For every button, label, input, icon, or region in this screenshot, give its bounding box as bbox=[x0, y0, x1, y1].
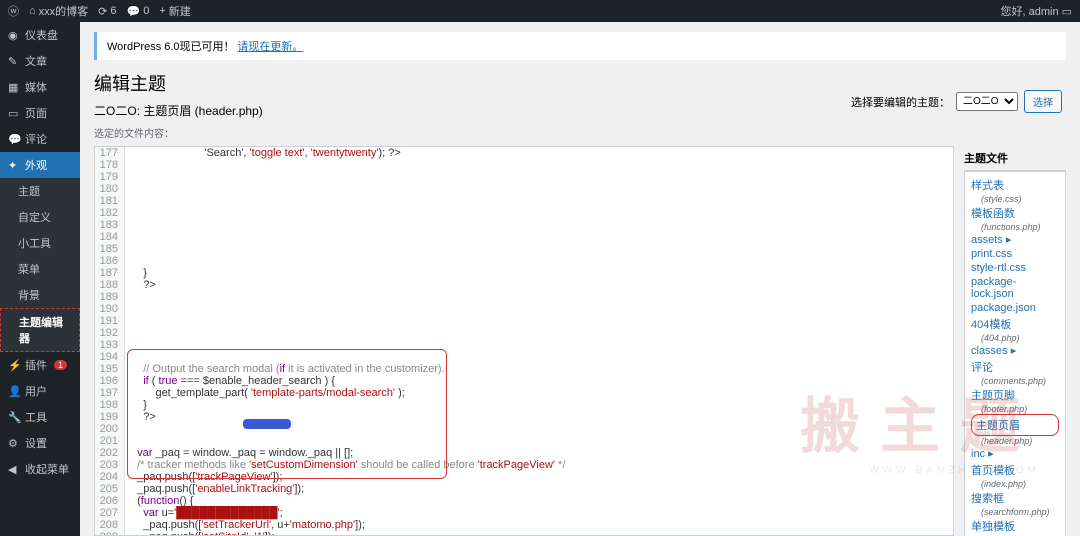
posts-icon: ✎ bbox=[8, 55, 20, 67]
sidebar-item-背景[interactable]: 背景 bbox=[0, 282, 80, 308]
tree-file: (header.php) bbox=[971, 436, 1059, 446]
media-icon: ▦ bbox=[8, 81, 20, 93]
tree-node[interactable]: assets ▸ bbox=[971, 232, 1059, 247]
sidebar-item-页面[interactable]: ▭页面 bbox=[0, 100, 80, 126]
tree-node[interactable]: 搜索框 bbox=[971, 489, 1059, 507]
sidebar-item-插件[interactable]: ⚡插件1 bbox=[0, 352, 80, 378]
theme-select-label: 选择要编辑的主题： bbox=[851, 94, 950, 110]
admin-sidebar: ◉仪表盘✎文章▦媒体▭页面💬评论✦外观主题自定义小工具菜单背景主题编辑器⚡插件1… bbox=[0, 22, 80, 536]
sidebar-item-菜单[interactable]: 菜单 bbox=[0, 256, 80, 282]
sidebar-item-小工具[interactable]: 小工具 bbox=[0, 230, 80, 256]
tree-node[interactable]: 主题页眉 bbox=[971, 414, 1059, 436]
settings-icon: ⚙ bbox=[8, 437, 20, 449]
theme-files-title: 主题文件 bbox=[964, 146, 1066, 171]
code-editor[interactable]: 177 'Search', 'toggle text', 'twentytwen… bbox=[94, 146, 954, 536]
update-notice: WordPress 6.0现已可用！ 请现在更新。 bbox=[94, 32, 1066, 60]
sidebar-item-设置[interactable]: ⚙设置 bbox=[0, 430, 80, 456]
pages-icon: ▭ bbox=[8, 107, 20, 119]
tree-node[interactable]: 首页模板 bbox=[971, 461, 1059, 479]
sidebar-item-外观[interactable]: ✦外观 bbox=[0, 152, 80, 178]
sidebar-item-主题[interactable]: 主题 bbox=[0, 178, 80, 204]
tree-node[interactable]: package.json bbox=[971, 301, 1059, 315]
tree-node[interactable]: 评论 bbox=[971, 358, 1059, 376]
tree-file: (index.php) bbox=[971, 479, 1059, 489]
tree-node[interactable]: 主题页脚 bbox=[971, 386, 1059, 404]
tree-node[interactable]: style-rtl.css bbox=[971, 261, 1059, 275]
tree-file: (comments.php) bbox=[971, 376, 1059, 386]
users-icon: 👤 bbox=[8, 385, 20, 397]
file-desc: 选定的文件内容： bbox=[94, 125, 1066, 140]
sidebar-item-用户[interactable]: 👤用户 bbox=[0, 378, 80, 404]
notice-text: WordPress 6.0现已可用！ bbox=[107, 41, 235, 53]
notice-update-link[interactable]: 请现在更新。 bbox=[237, 41, 303, 53]
sidebar-item-自定义[interactable]: 自定义 bbox=[0, 204, 80, 230]
tree-file: (searchform.php) bbox=[971, 507, 1059, 517]
sidebar-item-工具[interactable]: 🔧工具 bbox=[0, 404, 80, 430]
badge: 1 bbox=[54, 360, 67, 370]
select-theme-button[interactable]: 选择 bbox=[1024, 90, 1062, 113]
appearance-icon: ✦ bbox=[8, 159, 20, 171]
admin-bar: ⓦ ⌂ xxx的博客 ⟳ 6 💬 0 + 新建 您好, admin ▭ bbox=[0, 0, 1080, 22]
tree-file: (404.php) bbox=[971, 333, 1059, 343]
updates-link[interactable]: ⟳ 6 bbox=[98, 5, 116, 18]
sidebar-item-仪表盘[interactable]: ◉仪表盘 bbox=[0, 22, 80, 48]
tree-file: (footer.php) bbox=[971, 404, 1059, 414]
tree-node[interactable]: 模板函数 bbox=[971, 204, 1059, 222]
dashboard-icon: ◉ bbox=[8, 29, 20, 41]
site-name-link[interactable]: ⌂ xxx的博客 bbox=[29, 3, 88, 19]
sidebar-item-文章[interactable]: ✎文章 bbox=[0, 48, 80, 74]
new-content-link[interactable]: + 新建 bbox=[159, 3, 190, 19]
main-content: WordPress 6.0现已可用！ 请现在更新。 编辑主题 二O二O: 主题页… bbox=[80, 22, 1080, 536]
tree-file: (functions.php) bbox=[971, 222, 1059, 232]
tree-node[interactable]: package-lock.json bbox=[971, 275, 1059, 301]
tree-node[interactable]: print.css bbox=[971, 247, 1059, 261]
theme-select[interactable]: 二O二O bbox=[956, 92, 1018, 111]
tree-file: (style.css) bbox=[971, 194, 1059, 204]
tree-node[interactable]: 404模板 bbox=[971, 315, 1059, 333]
account-greeting[interactable]: 您好, admin ▭ bbox=[1001, 3, 1072, 19]
sidebar-item-评论[interactable]: 💬评论 bbox=[0, 126, 80, 152]
tree-node[interactable]: 单独模板 bbox=[971, 517, 1059, 535]
comments-link[interactable]: 💬 0 bbox=[127, 5, 150, 18]
tools-icon: 🔧 bbox=[8, 411, 20, 423]
tree-node[interactable]: 样式表 bbox=[971, 176, 1059, 194]
tree-node[interactable]: inc ▸ bbox=[971, 446, 1059, 461]
plugins-icon: ⚡ bbox=[8, 359, 20, 371]
comments-icon: 💬 bbox=[8, 133, 20, 145]
sidebar-item-媒体[interactable]: ▦媒体 bbox=[0, 74, 80, 100]
collapse-icon: ◀ bbox=[8, 463, 20, 475]
theme-file-tree: 样式表(style.css)模板函数(functions.php)assets … bbox=[964, 171, 1066, 536]
sidebar-item-收起菜单[interactable]: ◀收起菜单 bbox=[0, 456, 80, 482]
sidebar-item-主题编辑器[interactable]: 主题编辑器 bbox=[0, 308, 80, 352]
wp-logo-icon[interactable]: ⓦ bbox=[8, 3, 19, 19]
tree-node[interactable]: classes ▸ bbox=[971, 343, 1059, 358]
